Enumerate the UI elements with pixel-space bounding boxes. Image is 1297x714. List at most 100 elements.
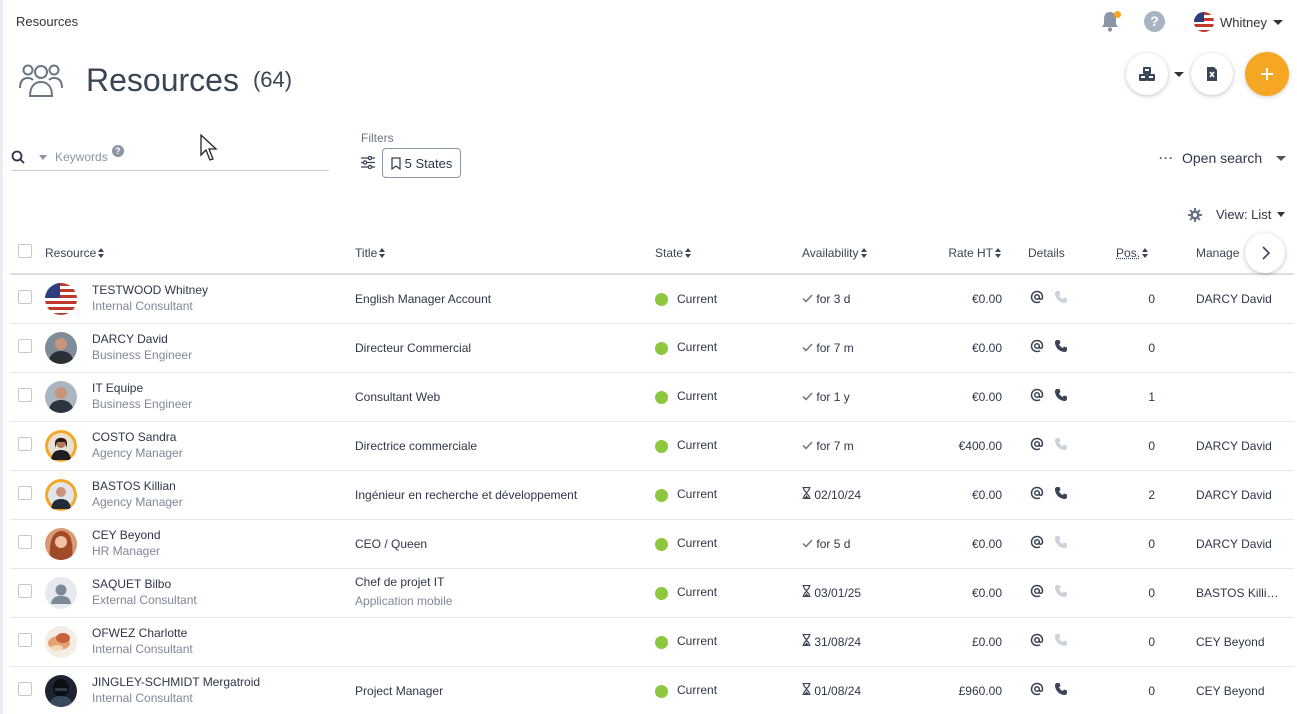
- avatar[interactable]: [45, 577, 77, 609]
- gear-icon[interactable]: [1188, 208, 1202, 222]
- phone-icon[interactable]: [1054, 339, 1068, 353]
- table-row[interactable]: DARCY David Business Engineer Directeur Co…: [10, 323, 1294, 372]
- rate-value: €400.00: [922, 421, 1022, 470]
- resource-role: Internal Consultant: [92, 641, 355, 658]
- phone-icon[interactable]: [1054, 682, 1068, 696]
- column-header-manager[interactable]: Manage: [1196, 246, 1239, 260]
- resource-name[interactable]: JINGLEY-SCHMIDT Mergatroid: [92, 674, 355, 690]
- phone-icon[interactable]: [1054, 486, 1068, 500]
- state-indicator: [655, 685, 668, 698]
- sort-icon: [1142, 248, 1149, 258]
- avatar[interactable]: [45, 479, 77, 511]
- sort-icon: [379, 248, 386, 258]
- email-icon[interactable]: [1030, 437, 1044, 451]
- row-checkbox[interactable]: [18, 486, 32, 500]
- column-header-details: Details: [1028, 246, 1065, 260]
- column-header-position[interactable]: Pos.: [1116, 246, 1149, 260]
- search-type-dropdown[interactable]: [39, 155, 47, 160]
- row-checkbox[interactable]: [18, 290, 32, 304]
- check-icon: [802, 537, 813, 551]
- position-count: 0: [1111, 274, 1196, 323]
- column-header-resource[interactable]: Resource: [45, 246, 105, 260]
- add-resource-button[interactable]: [1245, 52, 1289, 96]
- email-icon[interactable]: [1030, 290, 1044, 304]
- table-row[interactable]: OFWEZ Charlotte Internal Consultant Curren…: [10, 617, 1294, 666]
- table-row[interactable]: BASTOS Killian Agency Manager Ingénieur en…: [10, 470, 1294, 519]
- manager-name[interactable]: CEY Beyond: [1196, 617, 1294, 666]
- resource-name[interactable]: OFWEZ Charlotte: [92, 625, 355, 641]
- open-search-toggle[interactable]: ··· Open search: [1159, 150, 1286, 166]
- email-icon[interactable]: [1030, 535, 1044, 549]
- avatar[interactable]: [45, 675, 77, 707]
- breadcrumb[interactable]: Resources: [16, 14, 78, 29]
- resource-role: Agency Manager: [92, 445, 355, 462]
- resource-name[interactable]: DARCY David: [92, 331, 355, 347]
- help-icon[interactable]: ?: [1144, 11, 1165, 32]
- column-header-rate[interactable]: Rate HT: [948, 246, 1002, 260]
- column-header-availability[interactable]: Availability: [802, 246, 867, 260]
- avatar[interactable]: [45, 626, 77, 658]
- resource-name[interactable]: CEY Beyond: [92, 527, 355, 543]
- avatar[interactable]: [45, 430, 77, 462]
- resource-name[interactable]: SAQUET Bilbo: [92, 576, 355, 592]
- rate-value: €0.00: [922, 519, 1022, 568]
- row-checkbox[interactable]: [18, 633, 32, 647]
- view-mode-label[interactable]: View: List: [1216, 207, 1271, 222]
- row-checkbox[interactable]: [18, 339, 32, 353]
- actions-dropdown-caret[interactable]: [1174, 72, 1184, 77]
- table-row[interactable]: CEY Beyond HR Manager CEO / Queen Current f…: [10, 519, 1294, 568]
- row-checkbox[interactable]: [18, 682, 32, 696]
- states-filter-button[interactable]: 5 States: [382, 148, 461, 178]
- user-menu[interactable]: Whitney: [1194, 11, 1283, 33]
- resource-name[interactable]: TESTWOOD Whitney: [92, 282, 355, 298]
- manager-name[interactable]: DARCY David: [1196, 274, 1294, 323]
- table-row[interactable]: COSTO Sandra Agency Manager Directrice com…: [10, 421, 1294, 470]
- manager-name[interactable]: DARCY David: [1196, 421, 1294, 470]
- email-icon[interactable]: [1030, 584, 1044, 598]
- resource-name[interactable]: IT Equipe: [92, 380, 355, 396]
- manager-name[interactable]: BASTOS Killi…: [1196, 568, 1294, 617]
- resource-name[interactable]: BASTOS Killian: [92, 478, 355, 494]
- email-icon[interactable]: [1030, 633, 1044, 647]
- manager-name[interactable]: DARCY David: [1196, 519, 1294, 568]
- position-count: 0: [1111, 617, 1196, 666]
- email-icon[interactable]: [1030, 682, 1044, 696]
- manager-name[interactable]: CEY Beyond: [1196, 666, 1294, 714]
- row-checkbox[interactable]: [18, 437, 32, 451]
- phone-icon[interactable]: [1054, 388, 1068, 402]
- table-row[interactable]: TESTWOOD Whitney Internal Consultant Engli…: [10, 274, 1294, 323]
- avatar[interactable]: [45, 381, 77, 413]
- manager-name[interactable]: [1196, 372, 1294, 421]
- table-row[interactable]: JINGLEY-SCHMIDT Mergatroid Internal Consu…: [10, 666, 1294, 714]
- notification-bell-icon[interactable]: [1101, 11, 1121, 33]
- table-row[interactable]: IT Equipe Business Engineer Consultant Web…: [10, 372, 1294, 421]
- table-row[interactable]: SAQUET Bilbo External Consultant Chef de p…: [10, 568, 1294, 617]
- search-icon[interactable]: [11, 150, 25, 164]
- search-input[interactable]: Keywords: [55, 150, 108, 164]
- row-checkbox[interactable]: [18, 388, 32, 402]
- email-icon[interactable]: [1030, 388, 1044, 402]
- email-icon[interactable]: [1030, 339, 1044, 353]
- avatar[interactable]: [45, 528, 77, 560]
- email-icon[interactable]: [1030, 486, 1044, 500]
- avatar[interactable]: [45, 283, 77, 315]
- manager-name[interactable]: DARCY David: [1196, 470, 1294, 519]
- select-all-checkbox[interactable]: [18, 244, 32, 258]
- column-header-title[interactable]: Title: [355, 246, 386, 260]
- bulk-actions-button[interactable]: [1126, 53, 1168, 95]
- state-label: Current: [677, 340, 717, 354]
- export-button[interactable]: [1191, 53, 1233, 95]
- scroll-right-button[interactable]: [1245, 233, 1285, 273]
- column-header-state[interactable]: State: [655, 246, 692, 260]
- search-help-icon[interactable]: ?: [112, 145, 124, 157]
- row-checkbox[interactable]: [18, 584, 32, 598]
- filter-sliders-icon[interactable]: [361, 156, 375, 172]
- avatar[interactable]: [45, 332, 77, 364]
- state-label: Current: [677, 634, 717, 648]
- position-count: 0: [1111, 568, 1196, 617]
- row-checkbox[interactable]: [18, 535, 32, 549]
- phone-icon: [1054, 290, 1068, 304]
- resource-name[interactable]: COSTO Sandra: [92, 429, 355, 445]
- manager-name[interactable]: [1196, 323, 1294, 372]
- chevron-down-icon[interactable]: [1277, 212, 1285, 217]
